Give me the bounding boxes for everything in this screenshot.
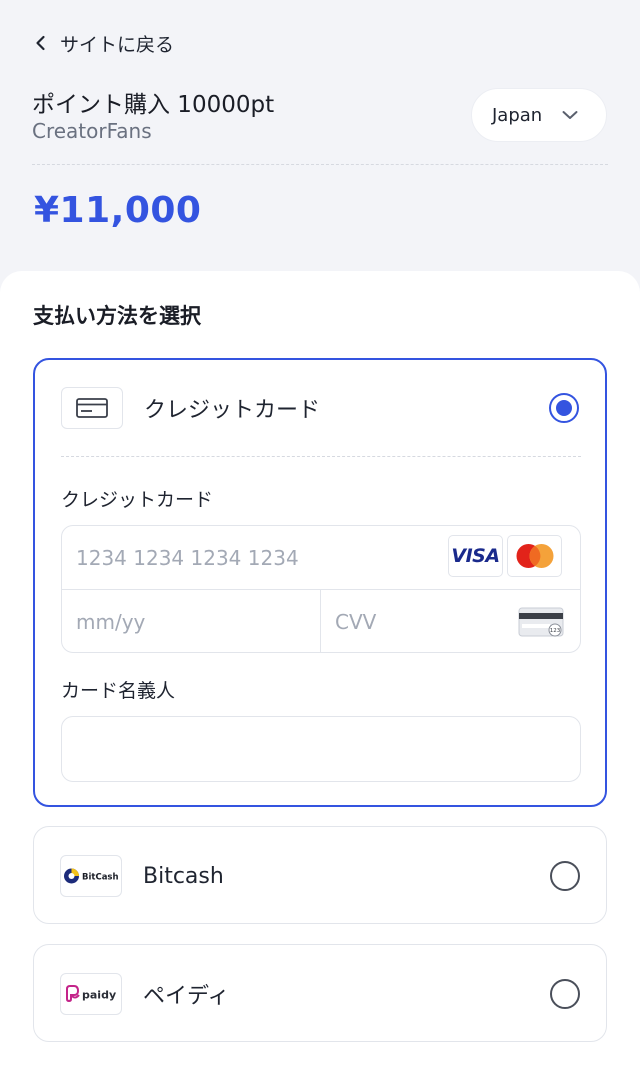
radio-dot <box>556 400 572 416</box>
cvv-placeholder: CVV <box>335 610 377 634</box>
method-divider <box>61 456 581 457</box>
method-label-paidy: ペイディ <box>143 984 230 1009</box>
merchant-name: CreatorFans <box>32 119 152 143</box>
payment-method-credit-card: クレジットカード クレジットカード 1234 1234 1234 1234 VI… <box>33 358 607 807</box>
paidy-logo: paidy <box>60 973 122 1015</box>
back-link[interactable]: サイトに戻る <box>32 28 174 58</box>
expiry-placeholder: mm/yy <box>76 610 146 634</box>
header-divider <box>32 164 608 165</box>
card-back-icon: 123 <box>518 607 564 637</box>
card-details-group: 1234 1234 1234 1234 VISA mm/yy CVV 123 <box>61 525 581 653</box>
bitcash-logo-text: BitCash <box>82 873 119 883</box>
holder-label: カード名義人 <box>61 680 176 702</box>
bitcash-icon: BitCash <box>64 868 119 884</box>
radio-bitcash[interactable] <box>550 861 580 891</box>
bitcash-logo: BitCash <box>60 855 122 897</box>
mastercard-logo <box>507 535 562 577</box>
visa-logo-text: VISA <box>451 545 500 567</box>
card-brand-logos: VISA <box>448 535 562 577</box>
paidy-option[interactable]: paidy ペイディ <box>34 945 606 1043</box>
chevron-left-icon <box>36 35 45 51</box>
visa-logo: VISA <box>448 535 503 577</box>
payment-method-bitcash: BitCash Bitcash <box>33 826 607 924</box>
expiry-input[interactable]: mm/yy <box>62 590 321 652</box>
credit-card-option[interactable]: クレジットカード <box>35 360 605 456</box>
payment-method-paidy: paidy ペイディ <box>33 944 607 1042</box>
checkout-header: サイトに戻る ポイント購入 10000pt CreatorFans Japan … <box>0 0 640 272</box>
country-select-value: Japan <box>492 104 543 126</box>
credit-card-logo <box>61 387 123 429</box>
paidy-logo-text: paidy <box>82 989 116 1002</box>
product-title: ポイント購入 10000pt <box>32 92 275 118</box>
back-link-label: サイトに戻る <box>60 33 175 56</box>
country-select[interactable]: Japan <box>471 88 607 142</box>
paidy-icon: paidy <box>66 985 116 1003</box>
cvv-badge-text: 123 <box>550 628 561 634</box>
credit-card-icon <box>76 398 108 418</box>
cvv-input[interactable]: CVV 123 <box>321 590 580 652</box>
radio-paidy[interactable] <box>550 979 580 1009</box>
card-holder-input[interactable] <box>61 716 581 782</box>
price-amount: ¥11,000 <box>34 190 202 231</box>
radio-credit-card[interactable] <box>549 393 579 423</box>
section-title: 支払い方法を選択 <box>33 304 201 328</box>
chevron-down-icon <box>562 111 578 119</box>
mastercard-icon <box>516 544 553 568</box>
card-number-placeholder: 1234 1234 1234 1234 <box>76 545 299 570</box>
method-label-credit-card: クレジットカード <box>144 398 321 423</box>
card-label: クレジットカード <box>61 489 214 511</box>
bitcash-option[interactable]: BitCash Bitcash <box>34 827 606 925</box>
method-label-bitcash: Bitcash <box>143 863 224 889</box>
